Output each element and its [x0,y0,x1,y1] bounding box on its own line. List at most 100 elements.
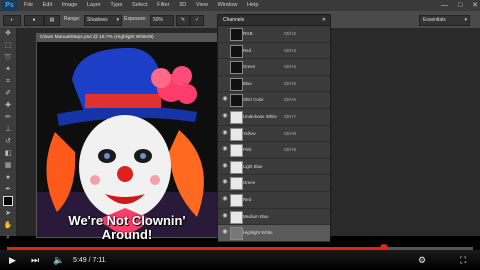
visibility-eye-icon[interactable]: ◉ [221,159,229,175]
maximize-button[interactable]: □ [458,2,462,9]
close-button[interactable]: ✕ [472,2,478,9]
move-tool-icon[interactable]: ✥ [0,28,16,40]
visibility-eye-icon[interactable]: ◉ [221,175,229,191]
menu-type[interactable]: Type [110,2,122,8]
menu-view[interactable]: View [196,2,208,8]
menu-layer[interactable]: Layer [87,2,101,8]
workspace-select[interactable]: Essentials ▾ [419,15,470,26]
brush-tool-icon[interactable]: ✏ [0,112,16,124]
channel-name: Light Blue [243,163,263,169]
channel-row[interactable]: RGB Ctrl+2 [218,26,330,43]
healing-brush-tool-icon[interactable]: ✚ [0,100,16,112]
window-controls: — □ ✕ [433,0,478,11]
channel-row[interactable]: ◉ Light Blue [218,159,330,176]
channel-row[interactable]: Green Ctrl+4 [218,59,330,76]
eraser-tool-icon[interactable]: ◧ [0,148,16,160]
visibility-eye-icon[interactable]: ◉ [221,92,229,108]
fullscreen-icon[interactable]: ⛶ [460,254,466,266]
channels-panel-header: Channels ✕ [218,15,330,26]
menu-edit[interactable]: Edit [43,2,53,8]
menu-filter[interactable]: Filter [157,2,169,8]
channel-thumbnail [230,193,243,207]
volume-icon[interactable]: 🔈 [53,254,64,266]
chevron-down-icon: ▾ [464,17,467,23]
channels-panel: Channels ✕ RGB Ctrl+2 Red Ctrl+3 Green Ctrl+4… [217,14,331,242]
channel-row[interactable]: ◉ Red [218,192,330,209]
visibility-eye-icon[interactable]: ◉ [221,109,229,125]
channel-row[interactable]: Blue Ctrl+5 [218,76,330,93]
channel-row[interactable]: ◉ Yellow Ctrl+8 [218,126,330,143]
menu-window[interactable]: Window [217,2,237,8]
channel-shortcut: Ctrl+3 [284,47,296,53]
menu-help[interactable]: Help [247,2,259,8]
channel-thumbnail [230,44,243,58]
brush-preset-icon[interactable]: ● [24,15,44,26]
chevron-down-icon: ▾ [116,17,119,23]
visibility-eye-icon[interactable]: ◉ [221,126,229,142]
channel-row[interactable]: ◉ Underbase White Ctrl+7 [218,109,330,126]
channel-thumbnail [230,110,243,124]
channel-thumbnail [230,127,243,141]
tool-preset-icon[interactable]: ◐ [3,15,21,26]
gradient-tool-icon[interactable]: ▦ [0,160,16,172]
range-select[interactable]: Shadows ▾ [84,15,122,26]
marquee-tool-icon[interactable]: ⬚ [0,40,16,52]
minimize-button[interactable]: — [441,2,448,9]
channel-shortcut: Ctrl+8 [284,130,296,136]
channel-name: RGB [243,31,253,36]
lasso-tool-icon[interactable]: ➰ [0,52,16,64]
quick-select-tool-icon[interactable]: ✦ [0,64,16,76]
play-icon[interactable]: ▶ [9,254,16,266]
channel-row[interactable]: ◉ Green [218,175,330,192]
video-controls: ▶ ⏭ 🔈 5:49 / 7:11 ⚙ ⛶ [0,250,480,270]
channel-shortcut: Ctrl+5 [284,80,296,86]
channel-shortcut: Ctrl+4 [284,64,296,70]
channel-name: Underbase White [243,113,277,119]
document-tab[interactable]: Clown ManualSteps.psd @ 16.7% (Highlight… [37,34,219,42]
close-icon[interactable]: ✕ [322,15,326,25]
range-value: Shadows [87,17,108,23]
exposure-input[interactable]: 50% [150,15,174,26]
pen-tool-icon[interactable]: ✒ [0,184,16,196]
channel-name: Shirt Color [243,97,264,103]
menu-items: File Edit Image Layer Type Select Filter… [24,0,266,11]
tools-panel: ✥ ⬚ ➰ ✦ ⌗ ✐ ✚ ✏ ⊥ ↺ ◧ ▦ ● ✒ T ➤ ✋ ⌕ [0,28,17,241]
channel-name: Yellow [243,130,256,136]
channel-row[interactable]: ◉ Pink Ctrl+9 [218,142,330,159]
menu-select[interactable]: Select [132,2,148,8]
time-current: 5:49 [73,257,87,264]
path-select-tool-icon[interactable]: ➤ [0,208,16,220]
brush-panel-icon[interactable]: ▤ [44,15,60,26]
channel-thumbnail [230,160,243,174]
caption-line-1: We're Not Clownin' [68,213,186,228]
settings-icon[interactable]: ⚙ [418,254,426,266]
channel-row[interactable]: Red Ctrl+3 [218,43,330,60]
next-icon[interactable]: ⏭ [31,254,39,266]
airbrush-icon[interactable]: ✎ [176,15,190,26]
menu-3d[interactable]: 3D [179,2,186,8]
visibility-eye-icon[interactable]: ◉ [221,225,229,241]
clown-photo [37,42,219,237]
channel-row[interactable]: ◉ Medium Blue [218,209,330,226]
eyedropper-tool-icon[interactable]: ✐ [0,88,16,100]
menu-file[interactable]: File [24,2,33,8]
channel-thumbnail [230,61,243,75]
history-brush-tool-icon[interactable]: ↺ [0,136,16,148]
channel-name: Medium Blue [243,213,269,219]
visibility-eye-icon[interactable]: ◉ [221,192,229,208]
clone-stamp-tool-icon[interactable]: ⊥ [0,124,16,136]
foreground-color-swatch[interactable] [3,196,13,206]
channel-row[interactable]: ◉ Shirt Color Ctrl+6 [218,92,330,109]
dodge-tool-icon[interactable]: ● [0,172,16,184]
visibility-eye-icon[interactable]: ◉ [221,209,229,225]
crop-tool-icon[interactable]: ⌗ [0,76,16,88]
caption-line-2: Around! [101,227,153,242]
protect-tones-icon[interactable]: ✓ [190,15,204,26]
channel-row[interactable]: ◉ Highlight White [218,225,330,242]
visibility-eye-icon[interactable]: ◉ [221,142,229,158]
channel-shortcut: Ctrl+7 [284,113,296,119]
zoom-tool-icon[interactable]: ⌕ [0,232,16,244]
menu-image[interactable]: Image [62,2,78,8]
hand-tool-icon[interactable]: ✋ [0,220,16,232]
photoshop-logo: Ps [1,0,18,11]
